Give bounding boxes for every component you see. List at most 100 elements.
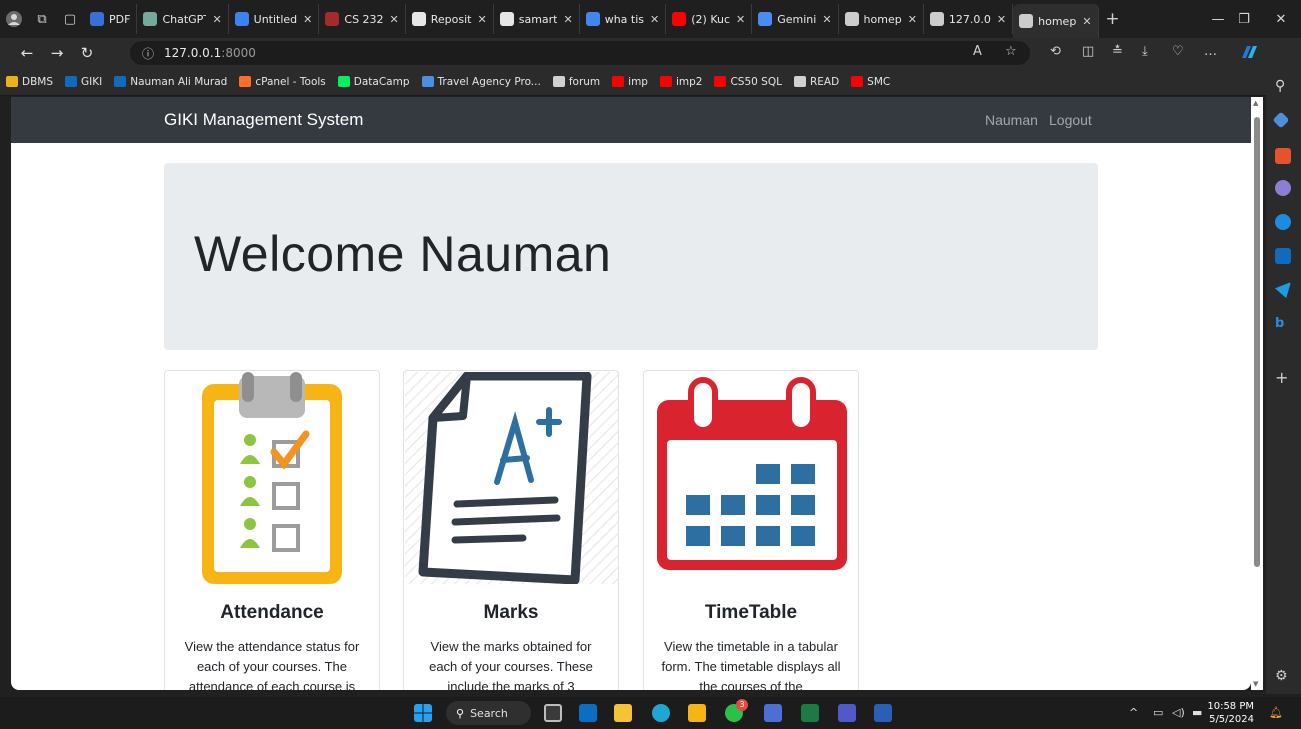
word-icon[interactable] [874, 704, 892, 722]
tab-close-icon[interactable]: ✕ [822, 13, 831, 26]
refresh-icon[interactable]: ↻ [72, 38, 102, 68]
browser-tab[interactable]: samart ✕ [494, 4, 580, 34]
forward-icon[interactable]: → [42, 38, 72, 68]
bookmark-item[interactable]: GIKI [65, 76, 102, 88]
bookmark-item[interactable]: SMC [851, 76, 890, 88]
address-bar[interactable]: ⓘ 127.0.0.1:8000 [130, 41, 1030, 65]
tab-close-icon[interactable]: ✕ [390, 13, 399, 26]
browser-essentials-icon[interactable]: ♡ [1172, 44, 1184, 59]
excel-icon[interactable] [801, 704, 819, 722]
sidebar-people-icon[interactable] [1275, 180, 1291, 196]
browser-tab[interactable]: Reposit ✕ [406, 4, 494, 34]
bookmark-favicon-icon [6, 76, 18, 87]
bookmark-item[interactable]: imp2 [659, 76, 702, 88]
bookmark-item[interactable]: Nauman Ali Murad [114, 76, 227, 88]
tab-close-icon[interactable]: ✕ [478, 13, 487, 26]
browser-tab[interactable]: PDF [84, 4, 138, 34]
bookmark-item[interactable]: DBMS [6, 76, 53, 88]
scroll-up-icon[interactable]: ▲ [1253, 99, 1258, 107]
volume-icon[interactable]: ◁) [1172, 706, 1185, 719]
sidebar-collections-icon[interactable] [1272, 111, 1290, 129]
browser-tab[interactable]: Gemini ✕ [752, 4, 839, 34]
copilot-icon[interactable] [1240, 44, 1258, 64]
teams-icon[interactable] [838, 704, 856, 722]
tab-favicon-icon [411, 12, 426, 26]
task-view-icon[interactable] [544, 704, 562, 722]
tab-close-icon[interactable]: ✕ [650, 13, 659, 26]
sidebar-outlook-icon[interactable] [1275, 248, 1291, 264]
sidebar-tools-icon[interactable] [1275, 148, 1291, 164]
taskbar-clock[interactable]: 10:58 PM 5/5/2024 [1206, 700, 1254, 726]
navbar-brand[interactable]: GIKI Management System [164, 110, 363, 130]
bookmark-item[interactable]: imp [612, 76, 648, 88]
attendance-card[interactable]: Attendance View the attendance status fo… [164, 370, 380, 690]
vscode-icon[interactable] [579, 704, 597, 722]
bookmark-label: GIKI [81, 75, 103, 88]
bookmark-item[interactable]: READ [793, 75, 840, 88]
tab-favicon-icon [585, 12, 600, 26]
windows-start-icon[interactable] [414, 704, 432, 722]
site-info-icon[interactable]: ⓘ [142, 45, 154, 62]
battery-icon[interactable]: ▬ [1192, 706, 1202, 719]
edge-icon[interactable] [652, 704, 670, 722]
back-icon[interactable]: ← [12, 38, 42, 68]
sidebar-settings-icon[interactable]: ⚙ [1275, 668, 1291, 684]
bookmark-item[interactable]: DataCamp [337, 76, 410, 88]
favorites-list-icon[interactable]: ≛ [1112, 44, 1123, 59]
nav-logout-link[interactable]: Logout [1049, 112, 1092, 128]
sidebar-send-icon[interactable] [1275, 282, 1291, 298]
browser-tab[interactable]: homep ✕ [1013, 4, 1099, 38]
tab-close-icon[interactable]: ✕ [212, 13, 221, 26]
restore-icon[interactable]: ❐ [1225, 0, 1263, 38]
timetable-card[interactable]: TimeTable View the timetable in a tabula… [643, 370, 859, 690]
file-explorer-icon[interactable] [614, 704, 632, 722]
workspaces-icon[interactable]: ⧉ [28, 5, 56, 33]
tab-close-icon[interactable]: ✕ [908, 13, 917, 26]
browser-tab[interactable]: (2) Kuc ✕ [666, 4, 753, 34]
notification-bell-icon[interactable]: 🔔︎ [1269, 706, 1283, 719]
nav-user-link[interactable]: Nauman [985, 112, 1038, 128]
bookmark-item[interactable]: forum [552, 76, 600, 88]
tab-close-icon[interactable]: ✕ [563, 13, 572, 26]
sidebar-search-icon[interactable]: ⚲ [1275, 78, 1291, 94]
network-icon[interactable]: ▭ [1153, 706, 1163, 719]
bookmark-item[interactable]: cPanel - Tools [239, 76, 326, 88]
snipping-tool-icon[interactable] [764, 704, 782, 722]
tab-close-icon[interactable]: ✕ [303, 13, 312, 26]
browser-tab[interactable]: 127.0.0 ✕ [924, 4, 1014, 34]
extensions-icon[interactable]: ⟲ [1050, 44, 1061, 59]
browser-tab[interactable]: CS 232 ✕ [319, 4, 406, 34]
tab-close-icon[interactable]: ✕ [1082, 15, 1091, 28]
clock-date: 5/5/2024 [1209, 714, 1254, 725]
downloads-icon[interactable]: ⤓ [1142, 44, 1148, 59]
marks-card[interactable]: Marks View the marks obtained for each o… [403, 370, 619, 690]
bookmark-item[interactable]: Travel Agency Pro... [421, 76, 541, 88]
sticky-app-icon[interactable] [688, 704, 706, 722]
scroll-down-icon[interactable]: ▼ [1253, 680, 1258, 688]
bookmarks-bar: DBMS GIKI Nauman Ali Murad cPanel - Tools Da… [0, 68, 1301, 96]
browser-tab[interactable]: homep ✕ [839, 4, 924, 34]
taskbar-search-box[interactable]: ⚲ Search [446, 701, 531, 725]
browser-tab[interactable]: Untitled ✕ [229, 4, 320, 34]
bookmark-label: READ [809, 75, 840, 88]
tab-close-icon[interactable]: ✕ [736, 13, 745, 26]
page-scrollbar[interactable]: ▲ ▼ [1251, 97, 1263, 690]
browser-tab[interactable]: wha tis ✕ [580, 4, 667, 34]
tab-close-icon[interactable]: ✕ [997, 13, 1006, 26]
sidebar-bing-icon[interactable]: b [1275, 316, 1291, 332]
sidebar-m365-icon[interactable] [1275, 214, 1291, 230]
more-menu-icon[interactable]: … [1204, 44, 1217, 59]
split-screen-icon[interactable]: ◫ [1082, 44, 1094, 59]
tab-actions-icon[interactable]: ▢ [56, 5, 84, 33]
profile-icon[interactable] [0, 5, 28, 33]
tray-overflow-icon[interactable]: ^ [1129, 706, 1138, 719]
scrollbar-thumb[interactable] [1254, 117, 1260, 567]
bookmark-item[interactable]: CS50 SQL [714, 76, 782, 88]
favorite-star-icon[interactable]: ☆ [1005, 44, 1017, 59]
new-tab-icon[interactable]: + [1099, 5, 1127, 33]
browser-tab[interactable]: ChatGPT ✕ [137, 4, 229, 34]
read-aloud-icon[interactable]: A [973, 44, 982, 59]
windows-taskbar: ⚲ Search 3 ^ ▭ ◁) ▬ 10:58 PM 5/5/2024 🔔︎ [0, 697, 1301, 729]
sidebar-add-icon[interactable]: + [1275, 368, 1291, 387]
close-window-icon[interactable]: ✕ [1262, 0, 1300, 38]
